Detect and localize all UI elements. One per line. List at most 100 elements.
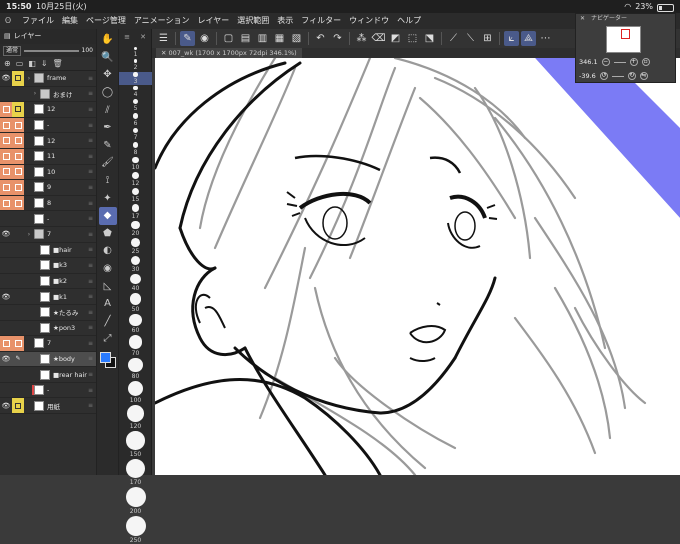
deselect-icon[interactable]: ⁂ [354, 31, 369, 46]
drag-handle-icon[interactable]: ≡ [88, 75, 93, 82]
undo-icon[interactable]: ↶ [313, 31, 328, 46]
layer-visibility-toggle[interactable]: 👁 [0, 227, 12, 242]
layer-lock-toggle[interactable] [12, 367, 24, 382]
layer-visibility-toggle[interactable] [0, 383, 12, 398]
layer-visibility-toggle[interactable]: 👁 [0, 398, 12, 413]
blend-mode-select[interactable]: 通常 [3, 45, 22, 56]
save-icon[interactable]: ▥ [255, 31, 270, 46]
drag-handle-icon[interactable]: ≡ [88, 184, 93, 191]
layer-row[interactable]: - ≡ [0, 117, 96, 134]
tab-close-icon[interactable]: ✕ [161, 49, 169, 57]
brush-size-item[interactable]: 170 [119, 458, 152, 486]
export-icon[interactable]: ▦ [272, 31, 287, 46]
layer-lock-toggle[interactable] [12, 289, 24, 304]
layer-row[interactable]: - ≡ [0, 383, 96, 399]
more-icon[interactable]: ⋯ [538, 31, 553, 46]
layer-lock-toggle[interactable] [12, 243, 24, 258]
layer-visibility-toggle[interactable]: 👁 [0, 71, 12, 86]
lasso-icon[interactable]: ◯ [99, 84, 117, 102]
drag-handle-icon[interactable]: ≡ [88, 168, 93, 175]
rotate-right-icon[interactable]: ↻ [627, 72, 636, 80]
brush-size-item[interactable]: 25 [119, 237, 152, 255]
layer-lock-toggle[interactable] [12, 398, 24, 414]
new-layer-icon[interactable]: ⊕ [4, 59, 11, 68]
navigator-viewport-frame[interactable] [621, 29, 630, 39]
menu-icon[interactable]: ☰ [156, 31, 171, 46]
layer-lock-toggle[interactable] [12, 102, 24, 117]
layer-lock-toggle[interactable] [12, 336, 24, 351]
layer-row[interactable]: 👁 › 7 ≡ [0, 227, 96, 243]
layer-visibility-toggle[interactable] [0, 336, 12, 351]
layer-lock-toggle[interactable]: ✎ [12, 352, 24, 367]
clear-icon[interactable]: ⌫ [371, 31, 386, 46]
layer-visibility-toggle[interactable] [0, 321, 12, 336]
brush-size-item[interactable]: 10 [119, 157, 152, 171]
drag-handle-icon[interactable]: ≡ [88, 90, 93, 97]
brush-size-item[interactable]: 40 [119, 273, 152, 292]
layer-lock-toggle[interactable] [12, 258, 24, 273]
brush-size-item[interactable]: 20 [119, 220, 152, 237]
figure-icon[interactable]: ◺ [99, 277, 117, 295]
menu-animation[interactable]: アニメーション [130, 13, 194, 29]
app-logo-icon[interactable]: ʘ [0, 13, 16, 29]
layer-row[interactable]: ■k2 ≡ [0, 274, 96, 290]
decoration-icon[interactable]: ✦ [99, 189, 117, 207]
layer-row[interactable]: 12 ≡ [0, 102, 96, 118]
brush-size-item[interactable]: 150 [119, 431, 152, 458]
menu-selection[interactable]: 選択範囲 [233, 13, 273, 29]
navigator-preview[interactable] [606, 26, 641, 53]
brush-size-item[interactable]: 15 [119, 187, 152, 203]
drag-handle-icon[interactable]: ≡ [88, 340, 93, 347]
layer-visibility-toggle[interactable] [0, 87, 12, 102]
menu-help[interactable]: ヘルプ [393, 13, 425, 29]
drag-handle-icon[interactable]: ≡ [88, 309, 93, 316]
brush-size-item[interactable]: 200 [119, 487, 152, 515]
layer-row[interactable]: ★たるみ ≡ [0, 305, 96, 321]
brush-size-item[interactable]: 7 [119, 127, 152, 141]
layer-visibility-toggle[interactable] [0, 258, 12, 273]
layer-lock-toggle[interactable] [12, 87, 24, 102]
drawing-canvas[interactable] [155, 58, 680, 475]
drag-handle-icon[interactable]: ≡ [88, 153, 93, 160]
gradient-icon[interactable]: ◐ [99, 242, 117, 260]
drag-handle-icon[interactable]: ≡ [88, 246, 93, 253]
brush-size-item[interactable]: 17 [119, 204, 152, 220]
brush-size-item[interactable]: 2 [119, 59, 152, 71]
menu-edit[interactable]: 編集 [58, 13, 82, 29]
layer-row[interactable]: 7 ≡ [0, 336, 96, 352]
layer-row[interactable]: 11 ≡ [0, 148, 96, 165]
brush-size-item[interactable]: 250 [119, 516, 152, 544]
layer-row[interactable]: ■k3 ≡ [0, 258, 96, 274]
canvas-tab[interactable]: ✕ 007_wk (1700 x 1700px 72dpi 346.1%) [156, 48, 302, 58]
folder-icon[interactable]: ▭ [16, 59, 24, 68]
drag-handle-icon[interactable]: ≡ [88, 293, 93, 300]
brush-mode-icon[interactable]: ✎ [180, 31, 195, 46]
zoom-slider[interactable] [613, 61, 626, 63]
layer-lock-toggle[interactable] [12, 305, 24, 320]
layer-row[interactable]: 12 ≡ [0, 133, 96, 149]
brush-size-item[interactable]: 12 [119, 172, 152, 187]
flip-icon[interactable]: ⇋ [639, 72, 648, 80]
brush-size-item[interactable]: 100 [119, 380, 152, 404]
layer-lock-toggle[interactable] [12, 227, 24, 242]
layer-visibility-toggle[interactable] [0, 211, 12, 226]
layer-lock-toggle[interactable] [12, 133, 24, 148]
brush-size-item[interactable]: 70 [119, 335, 152, 357]
layer-lock-toggle[interactable] [12, 321, 24, 336]
text-icon[interactable]: A [99, 295, 117, 313]
pressure-icon[interactable]: ⟁ [521, 31, 536, 46]
menu-filter[interactable]: フィルター [297, 13, 345, 29]
size-menu-icon[interactable]: ≡ [124, 33, 130, 41]
drag-handle-icon[interactable]: ≡ [88, 402, 93, 409]
brush-size-item[interactable]: 60 [119, 314, 152, 334]
pencil-icon[interactable]: ✎ [99, 137, 117, 155]
layer-visibility-toggle[interactable] [0, 148, 12, 164]
layer-lock-toggle[interactable] [12, 195, 24, 211]
new-file-icon[interactable]: ▢ [221, 31, 236, 46]
layer-visibility-toggle[interactable]: 👁 [0, 289, 12, 304]
layer-lock-toggle[interactable] [12, 71, 24, 86]
layer-visibility-toggle[interactable] [0, 164, 12, 180]
brush-size-item[interactable]: 5 [119, 99, 152, 112]
eraser-icon[interactable]: ◆ [98, 206, 117, 225]
drag-handle-icon[interactable]: ≡ [88, 371, 93, 378]
